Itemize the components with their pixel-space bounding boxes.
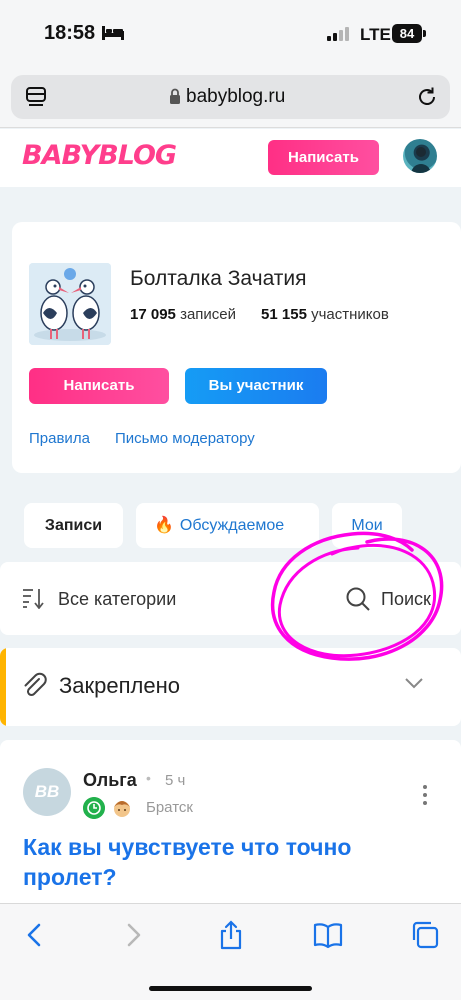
post-title[interactable]: Как вы чувствуете что точно пролет? — [23, 832, 443, 892]
tab-discussed-label: Обсуждаемое — [179, 517, 285, 534]
header-write-button[interactable]: Написать — [268, 140, 379, 175]
back-arrow-icon[interactable] — [20, 920, 50, 950]
reload-icon[interactable] — [416, 86, 438, 108]
lock-icon — [170, 88, 180, 104]
community-title: Болталка Зачатия — [130, 267, 307, 290]
home-indicator — [149, 986, 312, 991]
tab-records[interactable]: Записи — [24, 503, 123, 548]
page-menu-icon[interactable] — [25, 86, 47, 108]
author-name[interactable]: Ольга — [83, 770, 137, 791]
pinned-label: Закреплено — [59, 673, 180, 698]
browser-chrome: babyblog.ru — [0, 66, 461, 128]
categories-selector[interactable]: Все категории — [58, 589, 176, 610]
filter-bar: Все категории Поиск — [0, 562, 461, 635]
tab-discussed[interactable]: 🔥 Обсуждаемое — [136, 503, 319, 548]
meta-separator: • — [146, 770, 151, 786]
address-bar[interactable]: babyblog.ru — [11, 75, 450, 119]
community-card: Болталка Зачатия 17 095 записей 51 155 у… — [12, 222, 461, 473]
pinned-section[interactable]: Закреплено — [0, 648, 461, 726]
post-time: 5 ч — [165, 772, 186, 789]
url-text: babyblog.ru — [186, 86, 286, 107]
member-button[interactable]: Вы участник — [185, 368, 327, 404]
tabs-overview-icon[interactable] — [410, 920, 440, 950]
community-write-button[interactable]: Написать — [29, 368, 169, 404]
community-stats: 17 095 записей 51 155 участников — [130, 306, 389, 323]
chevron-down-icon[interactable] — [404, 676, 424, 690]
rules-link[interactable]: Правила — [29, 430, 90, 447]
more-options-icon[interactable] — [421, 784, 429, 806]
browser-toolbar — [0, 903, 461, 1000]
status-bar: 18:58 LTE 84 — [0, 0, 461, 66]
cellular-signal-icon — [327, 27, 349, 41]
search-icon[interactable] — [345, 586, 371, 612]
members-count: 51 155 — [261, 306, 307, 323]
author-avatar[interactable]: ВВ — [23, 768, 71, 816]
battery-tip — [423, 30, 426, 37]
sleep-mode-icon — [102, 26, 124, 40]
post-card[interactable]: ВВ Ольга • 5 ч Братск Как вы чувствуете … — [0, 740, 461, 910]
child-badge-icon — [114, 801, 130, 817]
site-header: BABYBLOG Написать — [0, 129, 461, 187]
tab-mine[interactable]: Мои — [332, 503, 402, 548]
clock-badge-icon — [83, 797, 105, 819]
records-count: 17 095 — [130, 306, 176, 323]
share-icon[interactable] — [216, 920, 246, 950]
moderator-link[interactable]: Письмо модератору — [115, 430, 255, 447]
author-city: Братск — [146, 799, 193, 816]
forward-arrow-icon[interactable] — [118, 920, 148, 950]
battery-icon: 84 — [392, 24, 422, 43]
sort-icon[interactable] — [21, 587, 45, 609]
site-logo[interactable]: BABYBLOG — [22, 140, 177, 171]
search-button[interactable]: Поиск — [381, 589, 431, 610]
status-time: 18:58 — [44, 22, 96, 44]
bookmarks-icon[interactable] — [313, 920, 343, 950]
records-label: записей — [180, 306, 237, 323]
paperclip-icon — [24, 672, 47, 697]
pinned-accent — [0, 648, 6, 726]
community-image — [29, 263, 111, 345]
fire-icon: 🔥 — [154, 517, 174, 534]
user-avatar[interactable] — [403, 139, 437, 173]
members-label: участников — [311, 306, 389, 323]
network-type: LTE — [360, 25, 391, 44]
